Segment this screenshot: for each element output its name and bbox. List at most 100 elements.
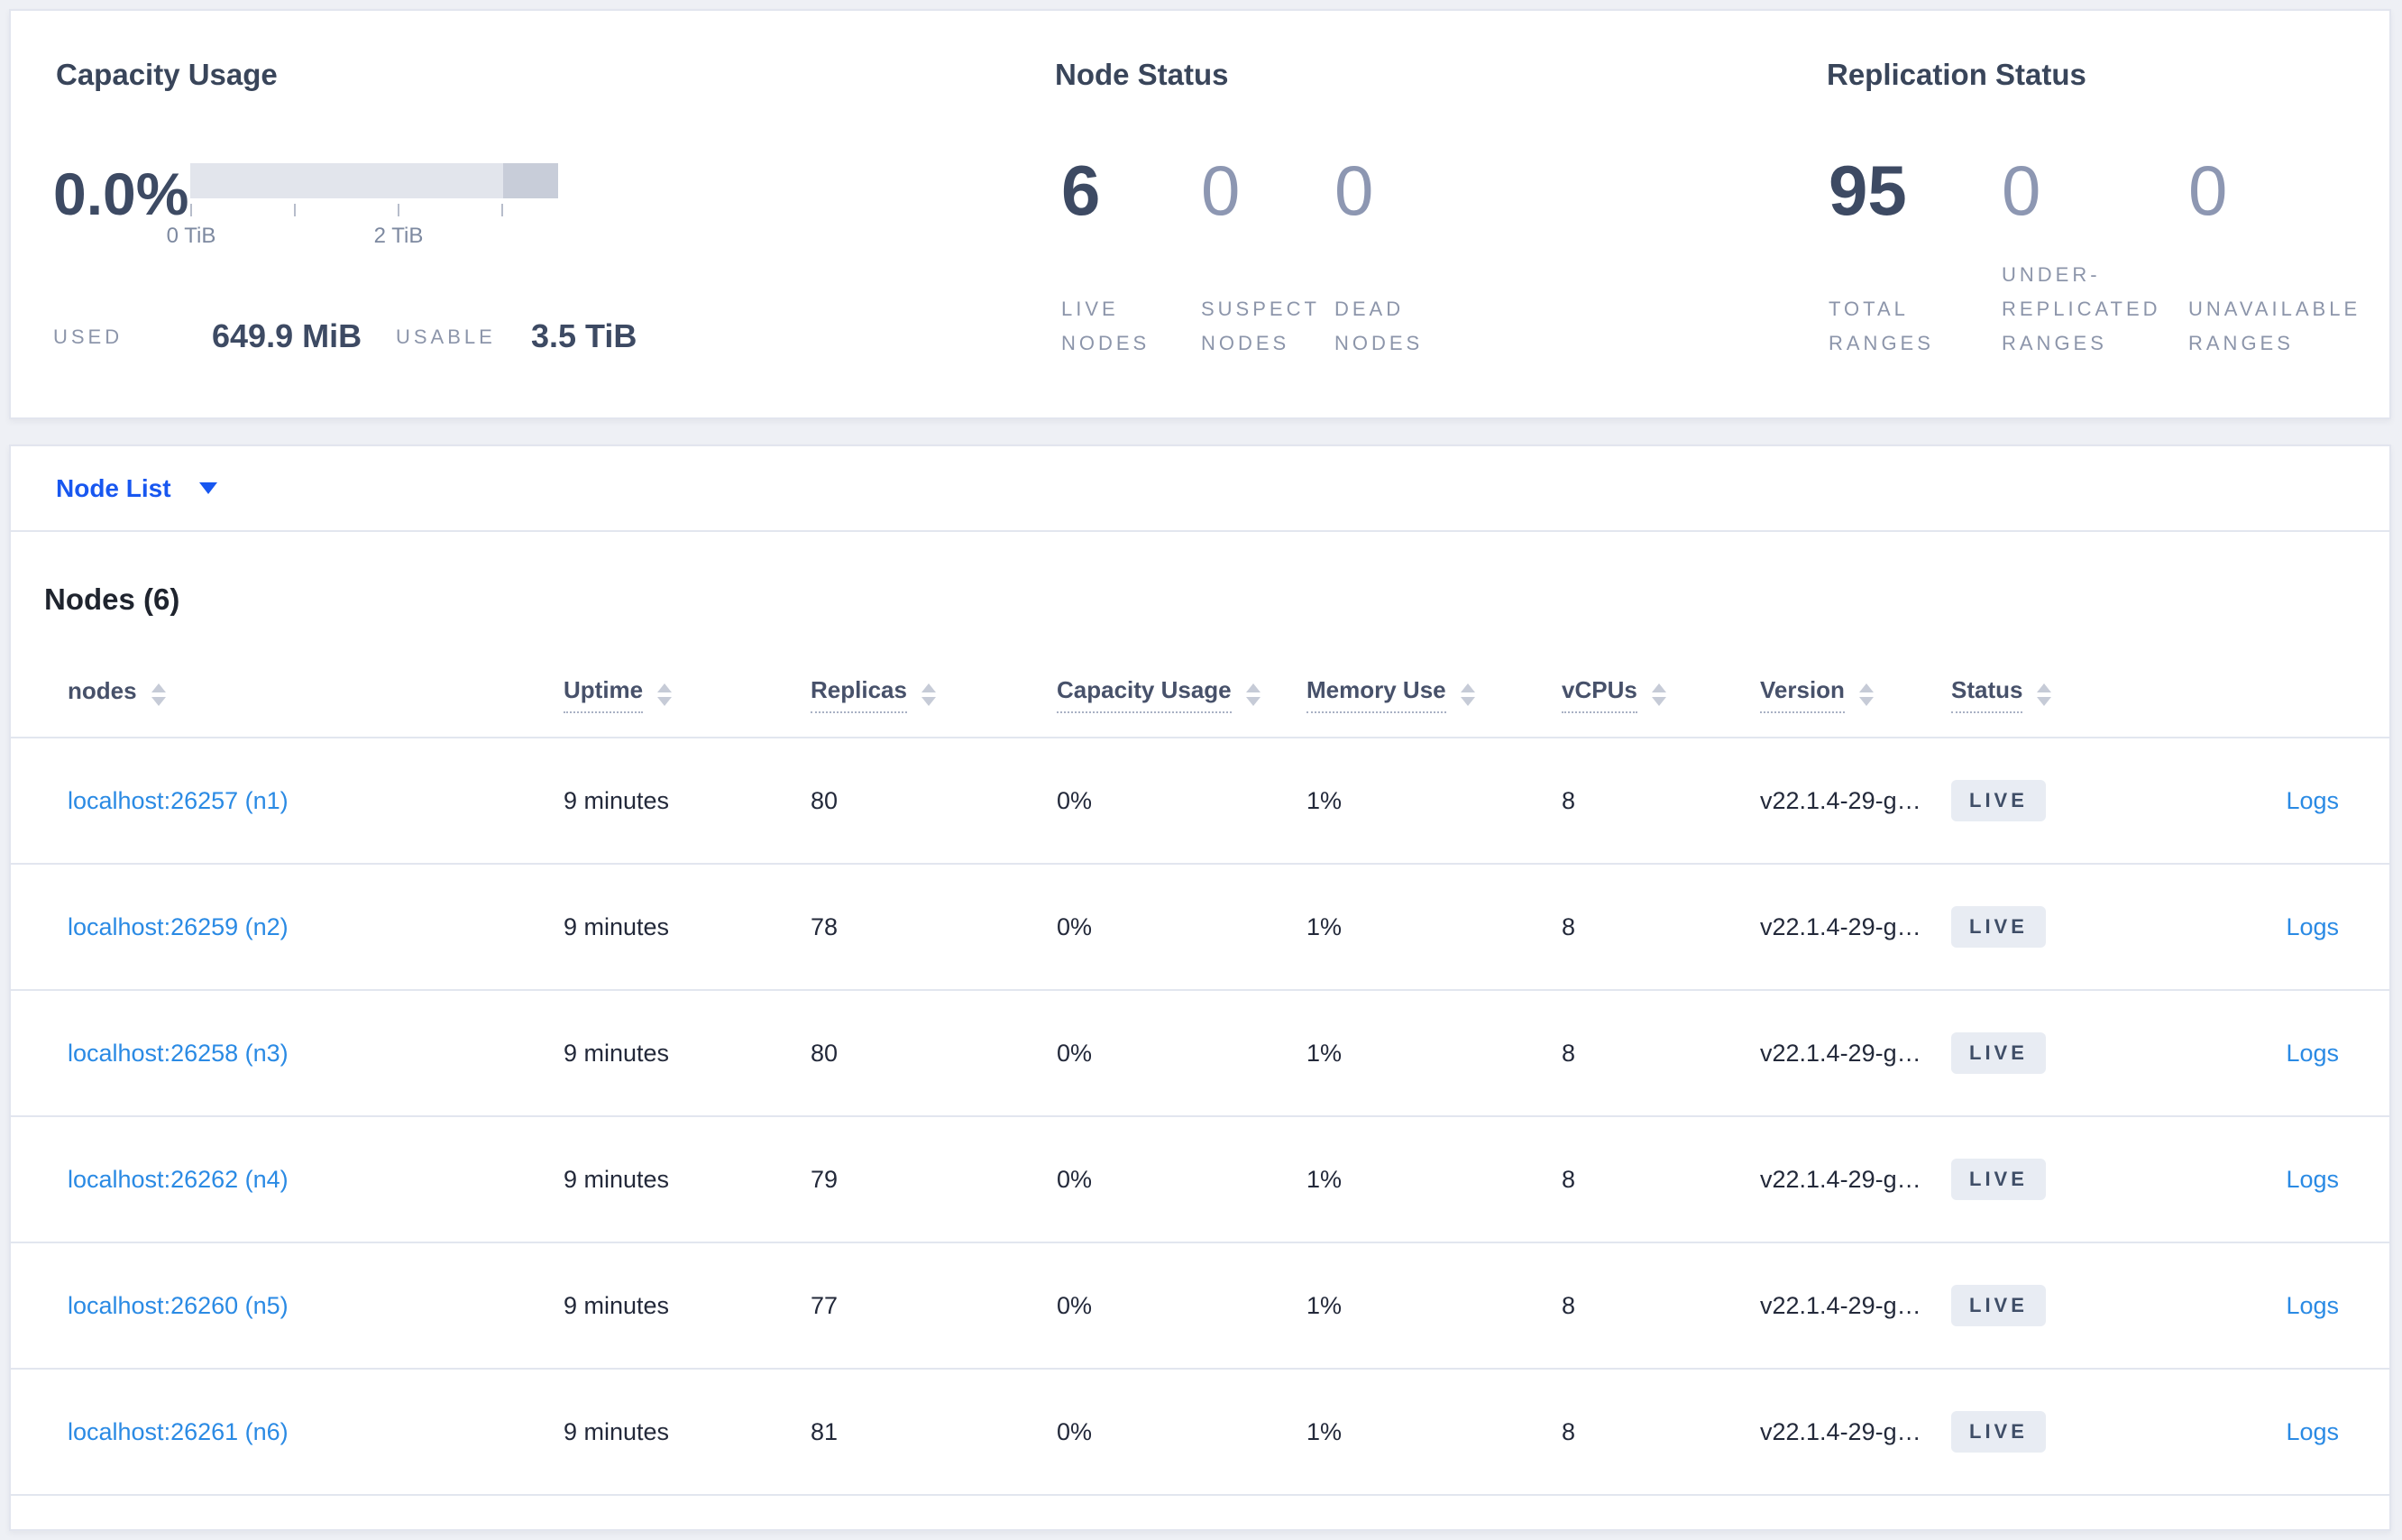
usable-label: USABLE: [396, 325, 496, 348]
sort-down-arrow-icon: [1651, 696, 1666, 706]
status-badge: LIVE: [1951, 1032, 2046, 1074]
sort-up-arrow-icon: [1651, 683, 1666, 692]
logs-link[interactable]: Logs: [2286, 1040, 2339, 1067]
column-header-status[interactable]: Status: [1951, 676, 2285, 713]
status-cell: LIVE: [1951, 1159, 2285, 1200]
column-header-capacity-usage[interactable]: Capacity Usage: [1057, 676, 1306, 713]
capacity-usage-cell: 0%: [1057, 1039, 1093, 1067]
nodes-title-block: Nodes (6): [11, 532, 2389, 616]
stat-value-suspect-nodes: 0: [1201, 151, 1241, 230]
capacity-usage-bar: [190, 163, 558, 198]
sort-icon[interactable]: [2037, 683, 2052, 706]
node-link[interactable]: localhost:26262 (n4): [68, 1166, 564, 1194]
axis-tick-label: 2 TiB: [373, 224, 424, 248]
node-link[interactable]: localhost:26259 (n2): [68, 913, 564, 941]
node-link[interactable]: localhost:26261 (n6): [68, 1418, 564, 1446]
column-header-label: vCPUs: [1562, 676, 1637, 713]
logs-link[interactable]: Logs: [2286, 913, 2339, 940]
uptime-cell: 9 minutes: [564, 1417, 670, 1445]
table-row: localhost:26262 (n4) 9 minutes 79 0% 1% 8 v22.…: [11, 1117, 2389, 1243]
replicas-cell: 79: [811, 1165, 839, 1193]
node-status-title: Node Status: [1055, 58, 1229, 91]
status-cell: LIVE: [1951, 906, 2285, 948]
sort-down-arrow-icon: [151, 696, 166, 706]
sort-up-arrow-icon: [1460, 683, 1475, 692]
vcpus-cell: 8: [1562, 1039, 1576, 1067]
column-header-label: Status: [1951, 676, 2023, 713]
nodes-table-body: localhost:26257 (n1) 9 minutes 80 0% 1% 8 v22.…: [11, 738, 2389, 1496]
used-label: USED: [53, 325, 124, 348]
sort-icon[interactable]: [1245, 683, 1261, 706]
column-header-label: Capacity Usage: [1057, 676, 1232, 713]
node-link[interactable]: localhost:26258 (n3): [68, 1040, 564, 1068]
vcpus-cell: 8: [1562, 912, 1576, 940]
stat-value-under-replicated-ranges: 0: [2002, 151, 2041, 230]
uptime-cell: 9 minutes: [564, 1165, 670, 1193]
table-row: localhost:26261 (n6) 9 minutes 81 0% 1% 8 v22.…: [11, 1370, 2389, 1496]
memory-use-cell: 1%: [1306, 1417, 1343, 1445]
sort-down-arrow-icon: [921, 696, 936, 706]
status-badge: LIVE: [1951, 1159, 2046, 1200]
column-header-replicas[interactable]: Replicas: [811, 676, 1057, 713]
capacity-usage-cell: 0%: [1057, 912, 1093, 940]
logs-cell: Logs: [2286, 1418, 2339, 1446]
status-badge: LIVE: [1951, 1285, 2046, 1326]
axis-tick: [294, 204, 296, 216]
status-badge: LIVE: [1951, 780, 2046, 821]
replicas-cell: 78: [811, 912, 839, 940]
stat-label-total-ranges: TOTAL RANGES: [1829, 298, 1934, 354]
replication-status-title: Replication Status: [1827, 58, 2086, 91]
column-header-vcpus[interactable]: vCPUs: [1562, 676, 1760, 713]
caret-down-icon: [198, 482, 217, 494]
uptime-cell: 9 minutes: [564, 1291, 670, 1319]
logs-link[interactable]: Logs: [2286, 1292, 2339, 1319]
nodes-table-header: nodes Uptime Replicas Capacity Usage Memory …: [11, 616, 2389, 738]
view-selector-bar: Node List: [11, 446, 2389, 532]
sort-down-arrow-icon: [1245, 696, 1261, 706]
axis-tick: [190, 204, 192, 216]
vcpus-cell: 8: [1562, 1291, 1576, 1319]
cluster-summary-card: Capacity Usage 0.0% 0 TiB 2 TiB USED 649…: [9, 9, 2391, 419]
uptime-cell: 9 minutes: [564, 1039, 670, 1067]
logs-cell: Logs: [2286, 1166, 2339, 1194]
sort-up-arrow-icon: [921, 683, 936, 692]
node-list-dropdown[interactable]: Node List: [56, 474, 217, 503]
column-header-nodes[interactable]: nodes: [68, 677, 564, 712]
sort-icon[interactable]: [1858, 683, 1874, 706]
logs-link[interactable]: Logs: [2286, 787, 2339, 814]
version-cell: v22.1.4-29-g…: [1760, 1417, 1921, 1445]
node-list-card: Node List Nodes (6) nodes Uptime Replicas C…: [9, 445, 2391, 1531]
sort-up-arrow-icon: [2037, 683, 2052, 692]
used-value: 649.9 MiB: [212, 317, 362, 354]
column-header-label: Version: [1760, 676, 1845, 713]
column-header-memory-use[interactable]: Memory Use: [1306, 676, 1562, 713]
logs-link[interactable]: Logs: [2286, 1166, 2339, 1193]
column-header-uptime[interactable]: Uptime: [564, 676, 811, 713]
logs-link[interactable]: Logs: [2286, 1418, 2339, 1445]
capacity-bar-dark-segment: [503, 163, 558, 198]
column-header-label: Replicas: [811, 676, 907, 713]
axis-tick-label: 0 TiB: [166, 224, 216, 248]
logs-cell: Logs: [2286, 1292, 2339, 1320]
stat-value-dead-nodes: 0: [1334, 151, 1374, 230]
version-cell: v22.1.4-29-g…: [1760, 1165, 1921, 1193]
column-header-version[interactable]: Version: [1760, 676, 1951, 713]
memory-use-cell: 1%: [1306, 912, 1343, 940]
node-link[interactable]: localhost:26257 (n1): [68, 787, 564, 815]
column-header-label: Memory Use: [1306, 676, 1446, 713]
stat-label-suspect-nodes: SUSPECT NODES: [1201, 298, 1320, 354]
capacity-usage-cell: 0%: [1057, 1417, 1093, 1445]
sort-icon[interactable]: [1651, 683, 1666, 706]
node-link[interactable]: localhost:26260 (n5): [68, 1292, 564, 1320]
sort-icon[interactable]: [1460, 683, 1475, 706]
stat-value-live-nodes: 6: [1061, 151, 1101, 230]
sort-icon[interactable]: [151, 683, 166, 706]
usable-value: 3.5 TiB: [531, 317, 637, 354]
axis-tick: [501, 204, 503, 216]
column-header-label: nodes: [68, 676, 137, 704]
stat-label-unavailable-ranges: UNAVAILABLE RANGES: [2188, 298, 2361, 354]
vcpus-cell: 8: [1562, 1417, 1576, 1445]
sort-icon[interactable]: [921, 683, 936, 706]
sort-icon[interactable]: [657, 683, 673, 706]
uptime-cell: 9 minutes: [564, 786, 670, 814]
